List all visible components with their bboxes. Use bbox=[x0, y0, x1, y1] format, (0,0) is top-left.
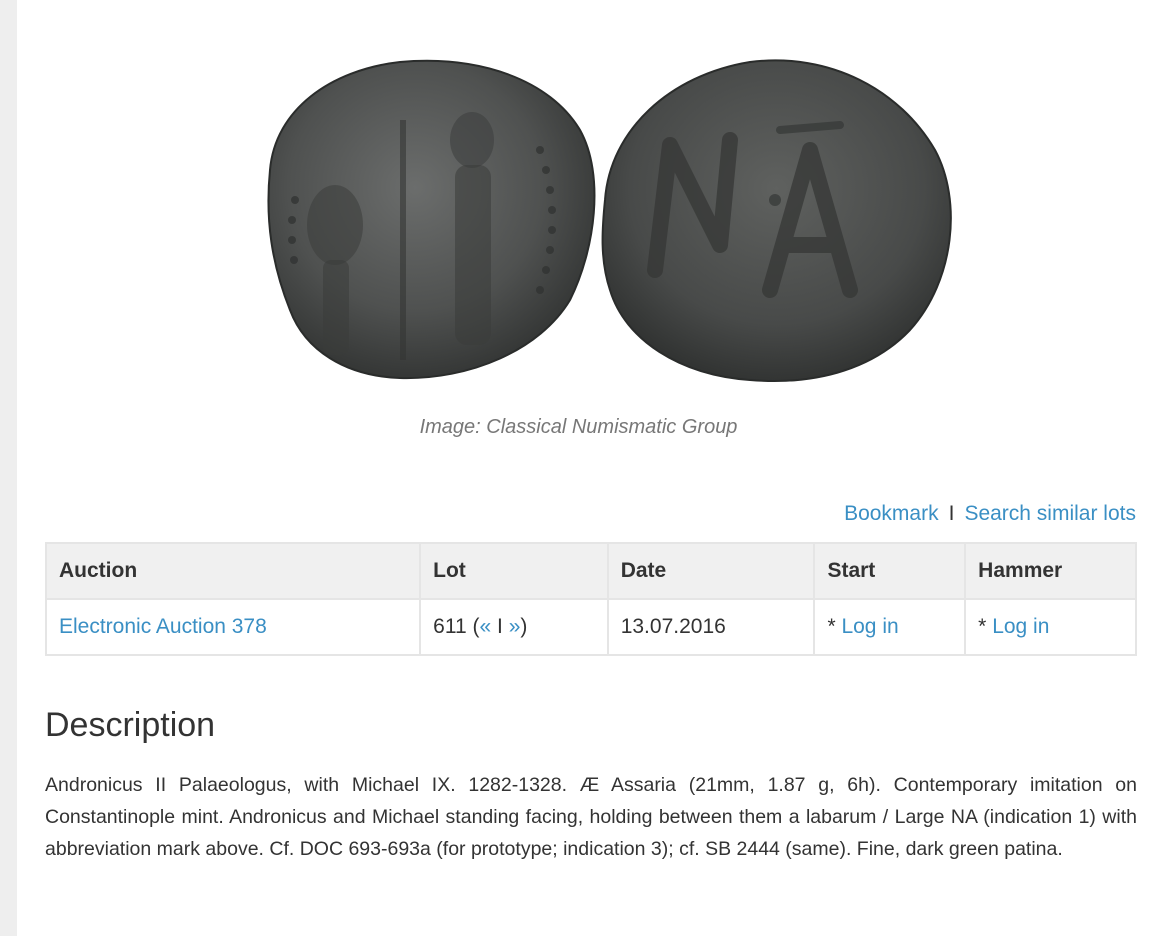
header-hammer: Hammer bbox=[964, 542, 1137, 600]
header-start: Start bbox=[813, 542, 967, 600]
hammer-cell: * Log in bbox=[964, 598, 1137, 656]
header-auction: Auction bbox=[44, 542, 422, 600]
previous-lot-link[interactable]: « bbox=[479, 615, 491, 638]
header-lot: Lot bbox=[419, 542, 609, 600]
start-cell: * Log in bbox=[813, 598, 967, 656]
description-text: Andronicus II Palaeologus, with Michael … bbox=[45, 774, 1137, 860]
image-credit-caption: Image: Classical Numismatic Group bbox=[419, 416, 738, 438]
coin-obverse bbox=[267, 59, 596, 380]
coin-reverse bbox=[601, 59, 952, 383]
start-prefix: * bbox=[827, 615, 842, 638]
table-header-row: Auction Lot Date Start Hammer bbox=[44, 542, 1137, 600]
left-rail bbox=[0, 0, 17, 936]
hammer-prefix: * bbox=[978, 615, 993, 638]
start-login-link[interactable]: Log in bbox=[841, 615, 898, 638]
description-heading: Description bbox=[45, 706, 216, 744]
auction-link[interactable]: Electronic Auction 378 bbox=[59, 615, 267, 638]
lot-nav-separator: I bbox=[497, 615, 503, 638]
next-lot-link[interactable]: » bbox=[509, 615, 521, 638]
lot-close-paren: ) bbox=[520, 615, 528, 638]
search-similar-lots-link[interactable]: Search similar lots bbox=[964, 502, 1136, 525]
date-cell: 13.07.2016 bbox=[606, 598, 816, 656]
table-row: Electronic Auction 378 611 (« I ») 13.07… bbox=[44, 598, 1137, 656]
lot-number: 611 bbox=[433, 615, 467, 638]
bookmark-link[interactable]: Bookmark bbox=[844, 502, 939, 525]
coin-image[interactable] bbox=[250, 50, 960, 385]
action-separator: I bbox=[948, 502, 955, 525]
lot-cell: 611 (« I ») bbox=[419, 598, 609, 656]
lot-actions: Bookmark I Search similar lots bbox=[844, 502, 1136, 526]
auction-table: Auction Lot Date Start Hammer Electronic… bbox=[44, 542, 1137, 656]
hammer-login-link[interactable]: Log in bbox=[992, 615, 1049, 638]
header-date: Date bbox=[606, 542, 816, 600]
auction-cell: Electronic Auction 378 bbox=[44, 598, 422, 656]
